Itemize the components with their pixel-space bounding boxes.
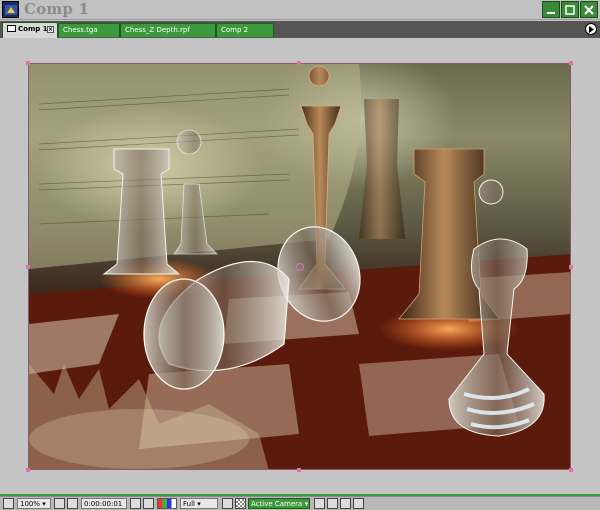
after-effects-comp-icon	[2, 1, 19, 18]
tab-label: Chess.tga	[63, 26, 98, 34]
close-button[interactable]	[580, 1, 598, 18]
camera-view-value: Active Camera	[251, 500, 303, 508]
tab-chess-tga[interactable]: Chess.tga	[58, 23, 120, 37]
composition-icon	[7, 25, 16, 32]
view-options-icon[interactable]	[314, 498, 325, 509]
panel-menu-button[interactable]	[585, 23, 597, 35]
layer-handle-top[interactable]	[297, 61, 301, 65]
composition-window: Comp 1 Comp 1 × Chess.tga Chess_Z Depth.…	[0, 0, 600, 510]
layer-handle-bottom-left[interactable]	[26, 468, 30, 472]
maximize-button[interactable]	[561, 1, 579, 18]
zoom-dropdown[interactable]: 100% ▾	[17, 498, 51, 509]
tab-close-icon[interactable]: ×	[47, 26, 54, 33]
layer-handle-left[interactable]	[26, 265, 30, 269]
tab-label: Comp 2	[221, 26, 249, 34]
viewer-toolbar: 100% ▾ 0:00:00:01 Full ▾ Active Camera ▾	[0, 496, 600, 510]
layer-handle-bottom-right[interactable]	[569, 468, 573, 472]
resolution-value: Full	[183, 500, 195, 508]
current-time-display[interactable]: 0:00:00:01	[81, 498, 127, 509]
composition-viewer[interactable]	[28, 63, 571, 470]
safe-margins-icon[interactable]	[54, 498, 65, 509]
chess-render-image	[29, 64, 570, 469]
magnifier-icon[interactable]	[3, 498, 14, 509]
window-title: Comp 1	[24, 0, 90, 18]
timecode: 0:00:00:01	[84, 500, 123, 508]
flowchart-icon[interactable]	[353, 498, 364, 509]
tab-label: Comp 1	[18, 25, 48, 33]
tab-chess-z-depth[interactable]: Chess_Z Depth.rpf	[120, 23, 216, 37]
transparency-grid-icon[interactable]	[235, 498, 246, 509]
close-icon	[584, 5, 594, 15]
layer-handle-right[interactable]	[569, 265, 573, 269]
channel-rgb-icon[interactable]	[157, 498, 177, 509]
resolution-dropdown[interactable]: Full ▾	[180, 498, 218, 509]
layer-handle-top-left[interactable]	[26, 61, 30, 65]
snapshot-icon[interactable]	[130, 498, 141, 509]
title-bar[interactable]: Comp 1	[0, 0, 600, 20]
zoom-value: 100%	[20, 500, 41, 508]
minimize-icon	[547, 12, 555, 14]
grid-icon[interactable]	[67, 498, 78, 509]
layer-handle-top-right[interactable]	[569, 61, 573, 65]
tab-comp-1[interactable]: Comp 1 ×	[2, 22, 58, 38]
show-snapshot-icon[interactable]	[143, 498, 154, 509]
tab-comp-2[interactable]: Comp 2	[216, 23, 274, 37]
panel-menu-arrow-icon	[589, 26, 594, 33]
maximize-icon	[565, 5, 575, 15]
layer-handle-bottom[interactable]	[297, 468, 301, 472]
region-of-interest-icon[interactable]	[222, 498, 233, 509]
3d-view-dropdown[interactable]: Active Camera ▾	[248, 498, 310, 509]
composition-panel	[0, 38, 600, 496]
timeline-icon[interactable]	[340, 498, 351, 509]
tab-label: Chess_Z Depth.rpf	[125, 26, 190, 34]
toggle-pixel-aspect-icon[interactable]	[327, 498, 338, 509]
tab-bar: Comp 1 × Chess.tga Chess_Z Depth.rpf Com…	[0, 21, 600, 38]
minimize-button[interactable]	[542, 1, 560, 18]
